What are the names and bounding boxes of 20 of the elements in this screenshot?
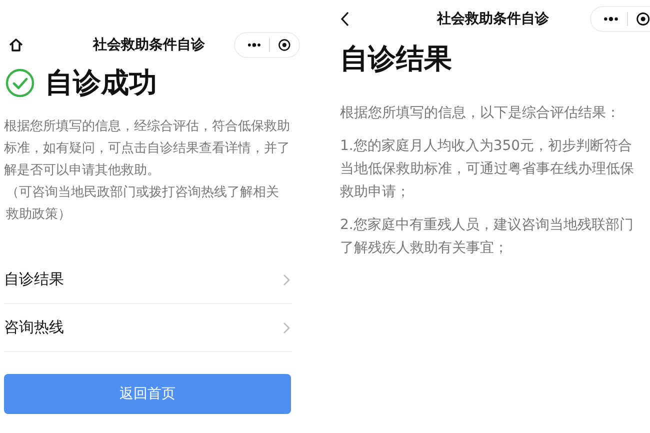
- menu-item[interactable]: 自诊结果: [4, 256, 292, 304]
- result-text: 1.您的家庭月人均收入为350元，初步判断符合当地低保救助标准，可通过粤省事在线办理低保救助申请；: [340, 137, 635, 202]
- result-heading: 自诊成功: [45, 66, 157, 100]
- result-heading: 自诊结果: [340, 42, 452, 76]
- menu-item[interactable]: 咨询热线: [4, 304, 292, 352]
- description-text: （可咨询当地民政部门或拨打咨询热线了解相关救助政策）: [5, 184, 280, 224]
- home-icon[interactable]: [8, 37, 24, 53]
- close-icon[interactable]: [636, 11, 650, 27]
- back-icon[interactable]: [340, 11, 350, 27]
- check-circle-icon: [5, 68, 35, 98]
- chevron-right-icon: [283, 274, 290, 286]
- more-icon[interactable]: [603, 16, 619, 22]
- chevron-right-icon: [283, 322, 290, 334]
- page-title: 社会救助条件自诊: [92, 36, 206, 54]
- more-icon[interactable]: [247, 42, 262, 48]
- result-text: 2.您家庭中有重残人员，建议咨询当地残联部门了解残疾人救助有关事宜；: [340, 216, 634, 258]
- description-text: 根据您所填写的信息，经综合评估，符合低保救助标准，如有疑问，可点击自诊结果查看详情，并了解是否可以申请其他救助。: [4, 118, 290, 180]
- close-icon[interactable]: [278, 37, 291, 53]
- result-text: 根据您所填写的信息，以下是综合评估结果：: [340, 104, 621, 123]
- page-title: 社会救助条件自诊: [436, 10, 550, 28]
